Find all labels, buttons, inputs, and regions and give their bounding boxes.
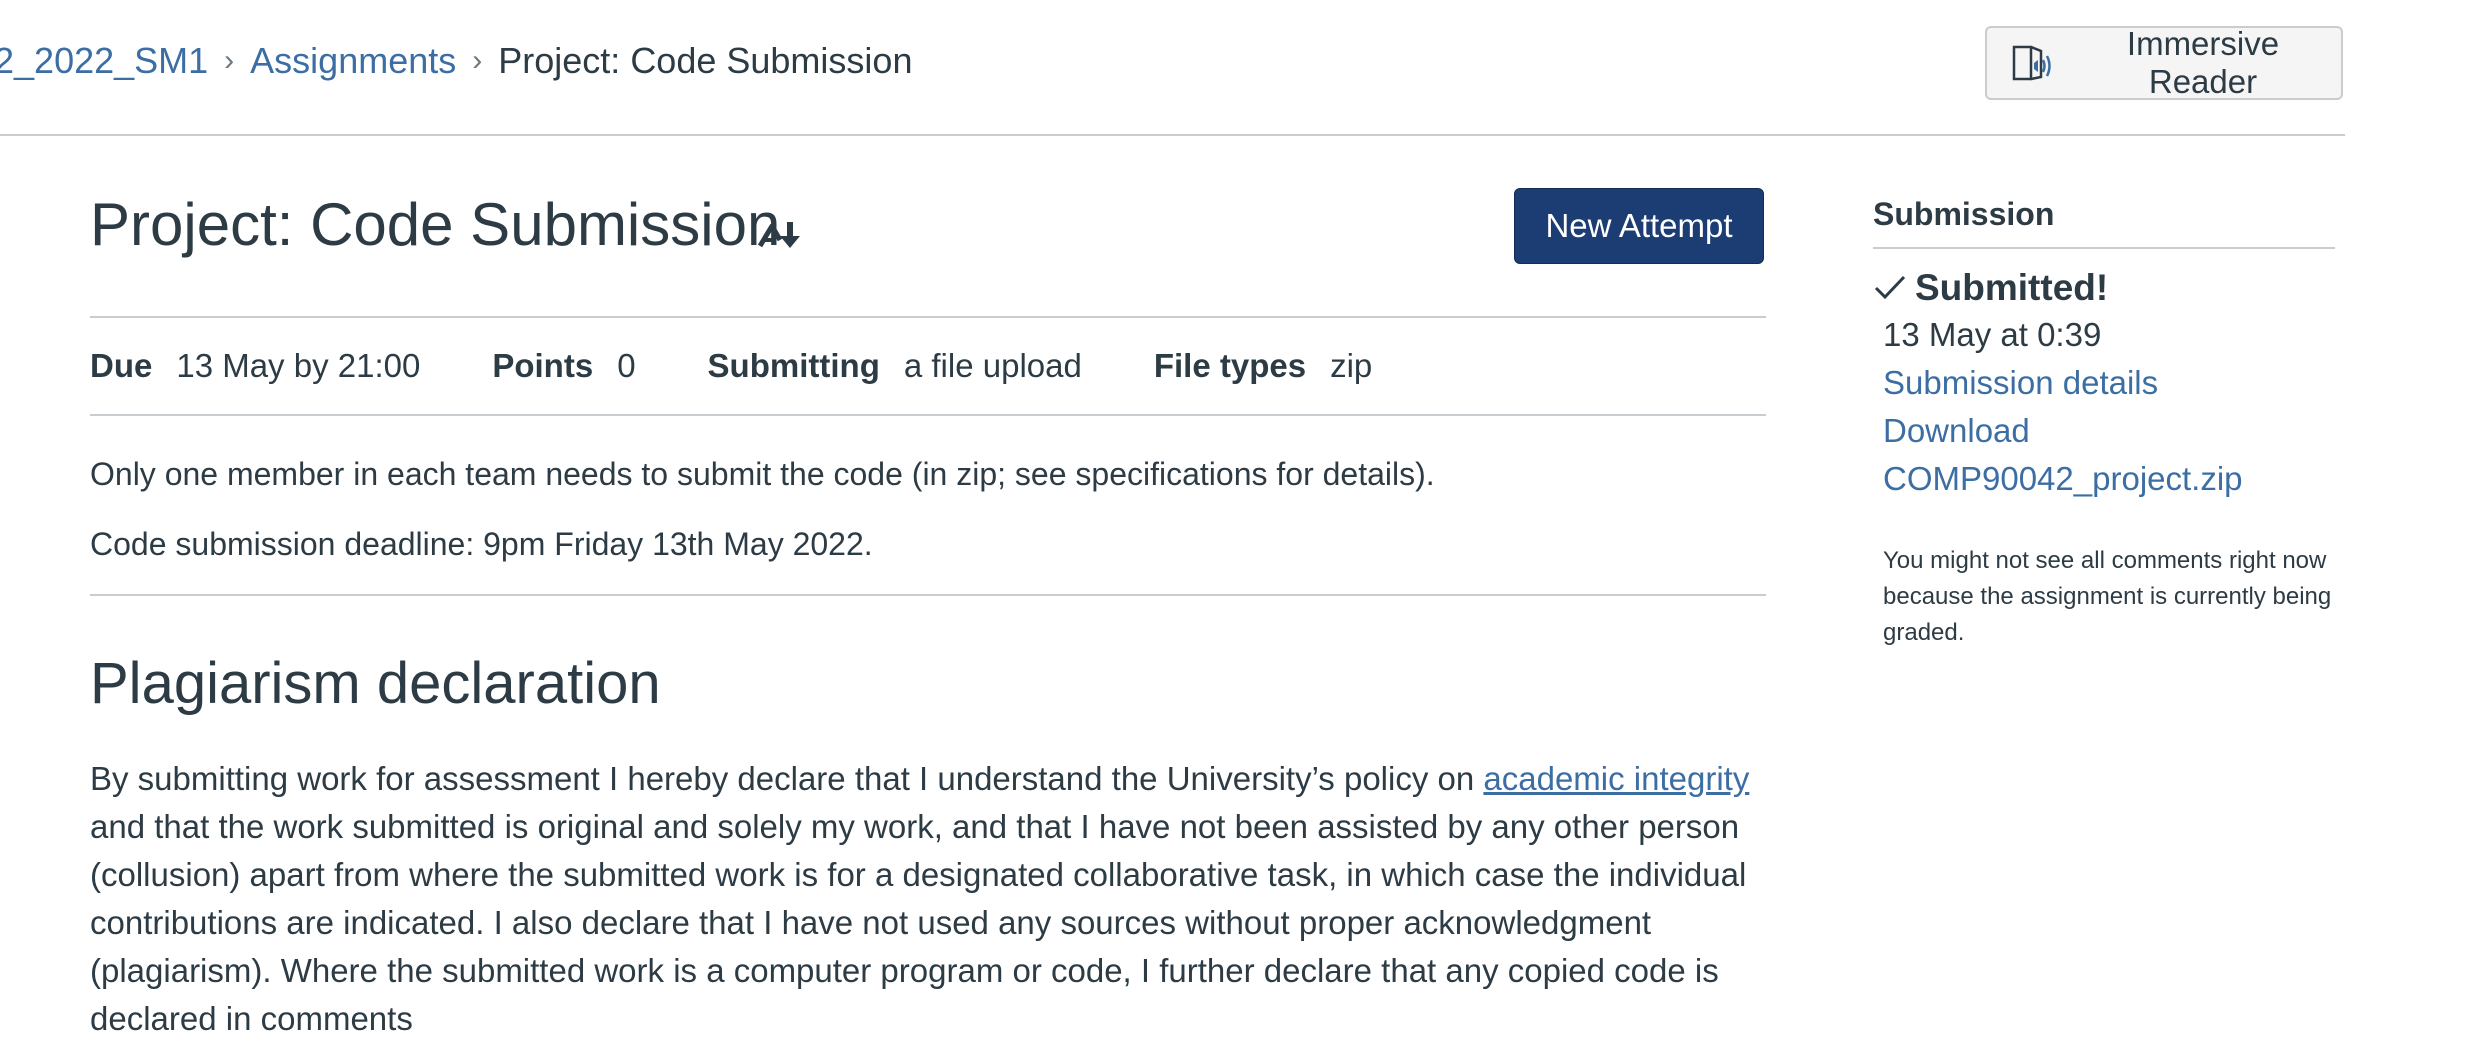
mark-as-done-icon[interactable] — [757, 216, 804, 256]
submission-details-link[interactable]: Submission details — [1883, 364, 2158, 401]
download-link[interactable]: Download — [1883, 412, 2030, 449]
due-label: Due — [90, 347, 153, 384]
breadcrumb-assignments-link[interactable]: Assignments — [250, 40, 456, 82]
description-paragraph: Code submission deadline: 9pm Friday 13t… — [90, 526, 873, 562]
submission-sidebar: Submission Submitted! 13 May at 0:39 Sub… — [1873, 196, 2335, 651]
plagiarism-text-start: By submitting work for assessment I here… — [90, 760, 1484, 797]
page-title: Project: Code Submission — [90, 191, 781, 258]
submitting-value: a file upload — [903, 347, 1082, 384]
submission-status-text: Submitted! — [1915, 267, 2109, 308]
assignment-details: Due 13 May by 21:00 Points 0 Submitting … — [90, 318, 1766, 416]
submitting-label: Submitting — [707, 347, 880, 384]
submission-date: 13 May at 0:39 — [1883, 316, 2102, 353]
breadcrumb: 2_2022_SM1 › Assignments › Project: Code… — [0, 40, 912, 82]
new-attempt-button[interactable]: New Attempt — [1514, 188, 1764, 264]
assignment-header: Project: Code Submission New Attempt — [90, 134, 1766, 318]
breadcrumb-course-link[interactable]: 2_2022_SM1 — [0, 40, 208, 82]
immersive-reader-button[interactable]: Immersive Reader — [1985, 25, 2343, 100]
description-paragraph: Only one member in each team needs to su… — [90, 456, 1435, 492]
assignment-main: Project: Code Submission New Attempt Due… — [90, 134, 1766, 1043]
top-bar: 2_2022_SM1 › Assignments › Project: Code… — [0, 0, 2345, 136]
submission-status: Submitted! — [1873, 267, 2335, 309]
submitted-file-link[interactable]: COMP90042_project.zip — [1883, 460, 2243, 497]
file-types-value: zip — [1330, 347, 1373, 384]
grading-note: You might not see all comments right now… — [1883, 547, 2332, 646]
immersive-reader-label: Immersive Reader — [2126, 25, 2280, 100]
assignment-description: Only one member in each team needs to su… — [90, 416, 1766, 596]
chevron-right-icon: › — [472, 44, 483, 77]
submission-info: 13 May at 0:39 Submission details Downlo… — [1873, 311, 2335, 503]
immersive-reader-icon — [2011, 43, 2055, 83]
due-value: 13 May by 21:00 — [176, 347, 421, 384]
file-types-label: File types — [1153, 347, 1307, 384]
academic-integrity-link[interactable]: academic integrity — [1483, 760, 1749, 797]
submission-heading: Submission — [1873, 196, 2335, 249]
points-value: 0 — [617, 347, 636, 384]
breadcrumb-current: Project: Code Submission — [498, 40, 913, 81]
chevron-right-icon: › — [224, 44, 235, 77]
plagiarism-text: By submitting work for assessment I here… — [90, 755, 1766, 1043]
points-label: Points — [492, 347, 594, 384]
plagiarism-text-end: and that the work submitted is original … — [90, 808, 1747, 1037]
plagiarism-heading: Plagiarism declaration — [90, 651, 661, 716]
checkmark-icon — [1873, 271, 1907, 305]
